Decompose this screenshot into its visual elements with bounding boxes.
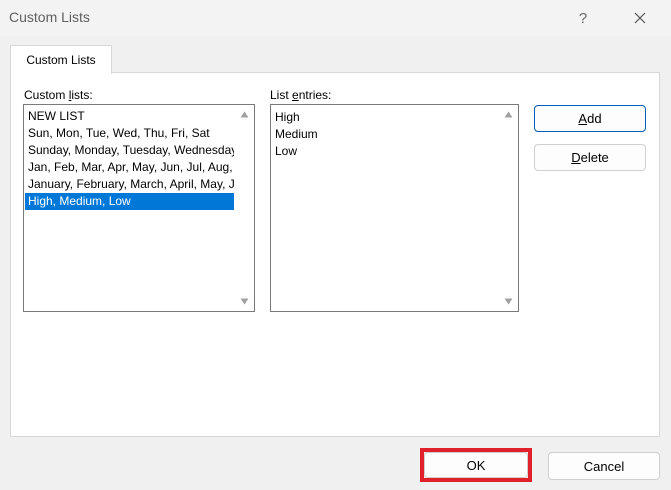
custom-lists-label: Custom lists:	[24, 88, 93, 102]
cancel-button[interactable]: Cancel	[548, 452, 660, 480]
list-item[interactable]: Sun, Mon, Tue, Wed, Thu, Fri, Sat	[25, 125, 234, 142]
custom-lists-items: NEW LIST Sun, Mon, Tue, Wed, Thu, Fri, S…	[25, 108, 234, 210]
scroll-down-icon	[504, 298, 513, 305]
tab-custom-lists[interactable]: Custom Lists	[10, 45, 112, 74]
scroll-up-button[interactable]	[500, 106, 517, 123]
delete-button[interactable]: Delete	[534, 144, 646, 171]
scroll-up-button[interactable]	[236, 106, 253, 123]
scroll-down-icon	[240, 298, 249, 305]
tab-label: Custom Lists	[26, 53, 96, 67]
close-button[interactable]	[627, 6, 653, 30]
list-entries-content: High Medium Low	[272, 107, 497, 160]
list-item[interactable]: January, February, March, April, May, Ju…	[25, 176, 234, 193]
list-entries-textbox[interactable]: High Medium Low	[270, 104, 519, 312]
help-button[interactable]: ?	[570, 6, 596, 30]
scroll-down-button[interactable]	[500, 293, 517, 310]
list-item-selected[interactable]: High, Medium, Low	[25, 193, 234, 210]
scroll-up-icon	[504, 111, 513, 118]
list-entries-label: List entries:	[270, 88, 332, 102]
list-item[interactable]: NEW LIST	[25, 108, 234, 125]
window-title: Custom Lists	[9, 9, 90, 25]
close-icon	[634, 12, 646, 24]
entry-line: Medium	[275, 127, 318, 141]
ok-button[interactable]: OK	[424, 452, 528, 478]
scroll-down-button[interactable]	[236, 293, 253, 310]
custom-lists-scrollbar[interactable]	[236, 106, 253, 310]
entry-line: Low	[275, 144, 298, 158]
list-item[interactable]: Sunday, Monday, Tuesday, Wednesday, Thur…	[25, 142, 234, 159]
entry-line: High	[275, 110, 300, 124]
list-item[interactable]: Jan, Feb, Mar, Apr, May, Jun, Jul, Aug, …	[25, 159, 234, 176]
custom-lists-listbox[interactable]: NEW LIST Sun, Mon, Tue, Wed, Thu, Fri, S…	[23, 104, 255, 312]
scroll-up-icon	[240, 111, 249, 118]
help-icon: ?	[578, 9, 588, 27]
title-bar: Custom Lists ?	[0, 0, 671, 36]
add-button[interactable]: Add	[534, 105, 646, 132]
list-entries-scrollbar[interactable]	[500, 106, 517, 310]
